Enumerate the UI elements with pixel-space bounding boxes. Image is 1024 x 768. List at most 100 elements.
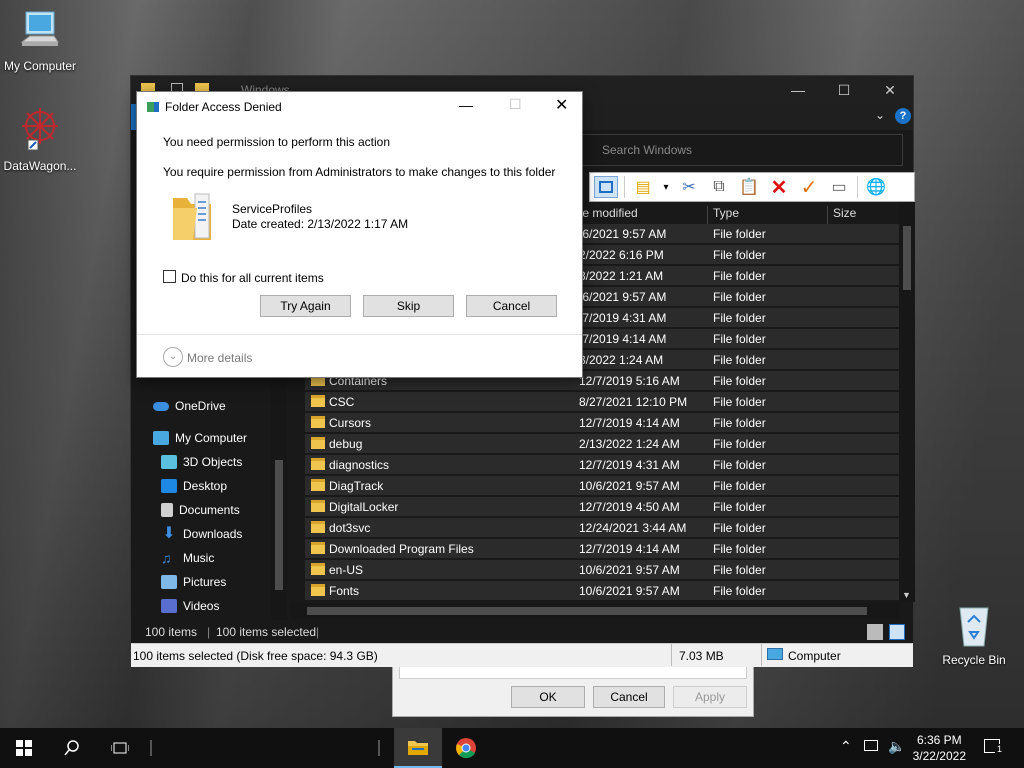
- chevron-down-icon[interactable]: ▼: [902, 590, 911, 600]
- paste-icon[interactable]: 📋: [737, 176, 761, 198]
- column-header-size[interactable]: Size: [833, 206, 856, 220]
- chrome-taskbar-button[interactable]: [442, 728, 490, 768]
- delete-icon[interactable]: ✕: [767, 176, 791, 199]
- ok-button[interactable]: OK: [511, 686, 585, 708]
- item-count: 100 items: [145, 625, 198, 639]
- folder-icon: [311, 542, 325, 554]
- nav-item-music[interactable]: ♫ Music: [161, 551, 214, 565]
- cancel-button[interactable]: Cancel: [466, 295, 557, 317]
- speaker-icon[interactable]: 🔈: [888, 738, 905, 755]
- nav-item-downloads[interactable]: ⬇ Downloads: [161, 526, 242, 542]
- table-row[interactable]: DiagTrack 10/6/2021 9:57 AM File folder: [305, 476, 899, 496]
- scrollbar-thumb[interactable]: [903, 226, 911, 290]
- globe-icon[interactable]: 🌐: [864, 176, 888, 198]
- file-type: File folder: [713, 521, 766, 535]
- desktop-icon-datawagon[interactable]: DataWagon...: [0, 104, 80, 173]
- cut-icon[interactable]: ✂: [677, 176, 701, 198]
- windows-logo-icon: [16, 740, 32, 756]
- file-type: File folder: [713, 395, 766, 409]
- task-view-button[interactable]: [96, 728, 144, 768]
- table-row[interactable]: DigitalLocker 12/7/2019 4:50 AM File folde…: [305, 497, 899, 517]
- close-icon[interactable]: ✕: [555, 95, 568, 115]
- apply-button[interactable]: Apply: [673, 686, 747, 708]
- file-name: en-US: [329, 563, 364, 577]
- column-header-type[interactable]: Type: [713, 206, 739, 220]
- folder-icon: [311, 458, 325, 470]
- file-date-modified: 8/27/2021 12:10 PM: [579, 395, 688, 409]
- maximize-button[interactable]: ☐: [821, 76, 867, 104]
- taskbar: ⌃ 🔈 6:36 PM 3/22/2022 1: [0, 728, 1024, 768]
- folder-icon: [311, 416, 325, 428]
- network-icon[interactable]: [864, 740, 878, 751]
- nav-item-label: Desktop: [183, 479, 228, 493]
- desktop-icon-recycle-bin[interactable]: Recycle Bin: [934, 602, 1014, 667]
- selection-summary: 100 items selected (Disk free space: 94.…: [133, 649, 378, 663]
- minimize-button[interactable]: —: [775, 76, 821, 104]
- column-header-date-modified[interactable]: te modified: [579, 206, 638, 220]
- minimize-button[interactable]: —: [459, 97, 473, 113]
- file-list-scrollbar[interactable]: ▼: [899, 202, 915, 602]
- dropdown-arrow-icon[interactable]: ▾: [661, 176, 671, 198]
- new-item-icon[interactable]: ▤: [631, 176, 655, 198]
- chevron-down-icon[interactable]: ⌄: [875, 108, 885, 122]
- document-icon: [161, 503, 173, 517]
- search-button[interactable]: [48, 728, 96, 768]
- large-icons-view-button[interactable]: [889, 624, 905, 640]
- more-details-link[interactable]: More details: [187, 351, 252, 365]
- details-view-button[interactable]: [867, 624, 883, 640]
- nav-item-desktop[interactable]: Desktop: [161, 479, 227, 493]
- table-row[interactable]: en-US 10/6/2021 9:57 AM File folder: [305, 560, 899, 580]
- nav-item-my-computer[interactable]: My Computer: [153, 431, 247, 445]
- desktop-icon-label: DataWagon...: [3, 159, 77, 173]
- preview-pane-icon[interactable]: [594, 176, 618, 198]
- dialog-app-icon: [147, 102, 159, 112]
- close-button[interactable]: ✕: [867, 76, 913, 104]
- chevron-up-icon[interactable]: ⌃: [840, 738, 852, 755]
- file-date-modified: 12/7/2019 4:14 AM: [579, 542, 680, 556]
- file-name: diagnostics: [329, 458, 390, 472]
- rename-icon[interactable]: ▭: [827, 176, 851, 198]
- table-row[interactable]: Downloaded Program Files 12/7/2019 4:14 A…: [305, 539, 899, 559]
- nav-item-onedrive[interactable]: OneDrive: [153, 399, 226, 413]
- checkbox-label[interactable]: Do this for all current items: [181, 271, 324, 285]
- apply-to-all-checkbox[interactable]: [163, 270, 176, 283]
- cancel-button[interactable]: Cancel: [593, 686, 665, 708]
- horizontal-scrollbar[interactable]: [291, 603, 899, 619]
- help-icon[interactable]: ?: [895, 108, 911, 124]
- file-explorer-taskbar-button[interactable]: [394, 728, 442, 768]
- nav-item-pictures[interactable]: Pictures: [161, 575, 226, 589]
- table-row[interactable]: CSC 8/27/2021 12:10 PM File folder: [305, 392, 899, 412]
- try-again-button[interactable]: Try Again: [260, 295, 351, 317]
- table-row[interactable]: debug 2/13/2022 1:24 AM File folder: [305, 434, 899, 454]
- chevron-down-icon[interactable]: ⌄: [163, 347, 183, 367]
- search-placeholder: Search Windows: [602, 143, 693, 157]
- search-input[interactable]: Search Windows: [577, 134, 903, 166]
- file-type: File folder: [713, 311, 766, 325]
- start-button[interactable]: [0, 728, 48, 768]
- scrollbar-thumb[interactable]: [307, 607, 867, 615]
- table-row[interactable]: Fonts 10/6/2021 9:57 AM File folder: [305, 581, 899, 601]
- table-row[interactable]: diagnostics 12/7/2019 4:31 AM File folder: [305, 455, 899, 475]
- desktop-icon-my-computer[interactable]: My Computer: [0, 10, 80, 73]
- file-date-modified: 12/7/2019 5:16 AM: [579, 374, 680, 388]
- notifications-button[interactable]: 1: [982, 736, 1005, 758]
- file-type: File folder: [713, 563, 766, 577]
- skip-button[interactable]: Skip: [363, 295, 454, 317]
- file-type: File folder: [713, 227, 766, 241]
- nav-item-3d-objects[interactable]: 3D Objects: [161, 455, 242, 469]
- maximize-button[interactable]: ☐: [509, 96, 522, 113]
- checkmark-icon[interactable]: ✓: [797, 176, 821, 199]
- table-row[interactable]: Cursors 12/7/2019 4:14 AM File folder: [305, 413, 899, 433]
- nav-item-videos[interactable]: Videos: [161, 599, 219, 613]
- nav-item-documents[interactable]: Documents: [161, 503, 240, 517]
- folder-icon: [311, 437, 325, 449]
- explorer-toolbar: ▤ ▾ ✂ ⧉ 📋 ✕ ✓ ▭ 🌐: [589, 172, 915, 202]
- taskbar-divider: [150, 740, 152, 756]
- copy-icon[interactable]: ⧉: [707, 176, 731, 198]
- folder-icon: [408, 741, 428, 755]
- status-divider: [671, 644, 672, 666]
- system-clock[interactable]: 6:36 PM 3/22/2022: [913, 732, 966, 764]
- file-name: debug: [329, 437, 363, 451]
- table-row[interactable]: dot3svc 12/24/2021 3:44 AM File folder: [305, 518, 899, 538]
- scrollbar-thumb[interactable]: [275, 460, 283, 590]
